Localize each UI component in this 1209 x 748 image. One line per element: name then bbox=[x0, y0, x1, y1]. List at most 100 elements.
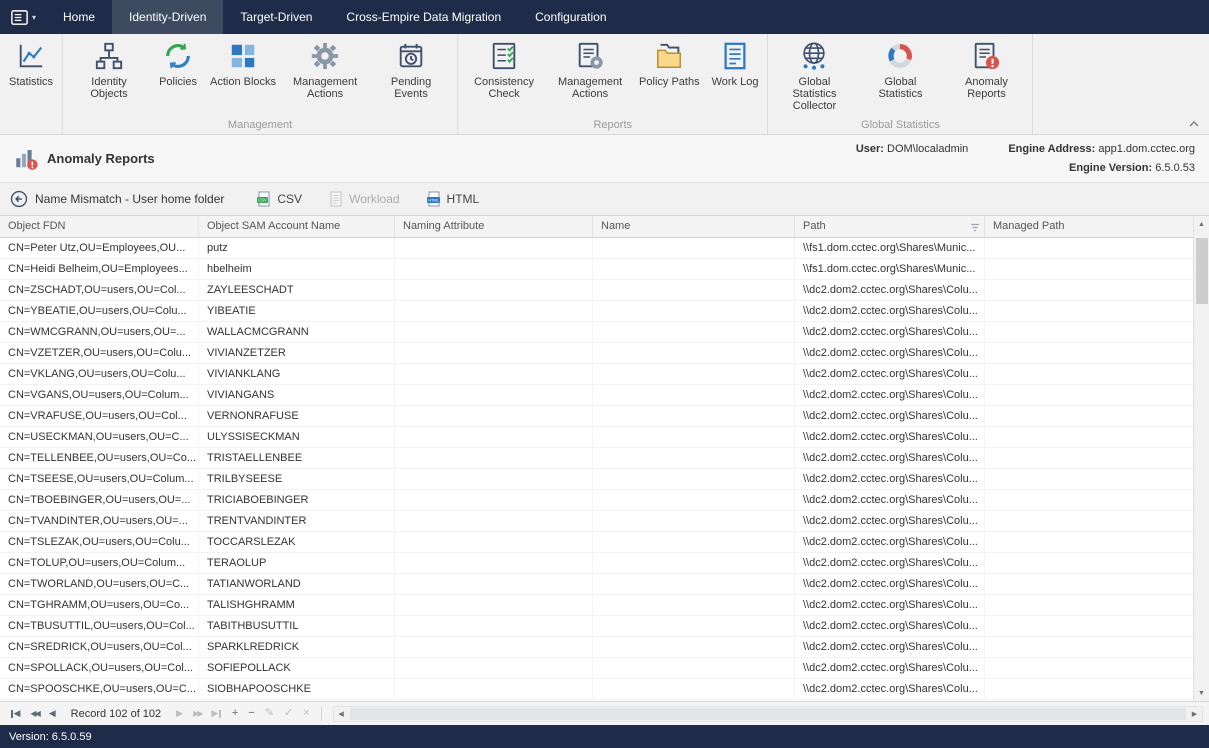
policy-paths-icon bbox=[654, 41, 684, 71]
ribbon-button-pending-events[interactable]: Pending Events bbox=[368, 34, 454, 118]
ribbon-button-anomaly-reports[interactable]: Anomaly Reports bbox=[943, 34, 1029, 118]
tab-configuration[interactable]: Configuration bbox=[518, 0, 623, 34]
table-row[interactable]: CN=SPOLLACK,OU=users,OU=Col...SOFIEPOLLA… bbox=[0, 658, 1193, 679]
table-row[interactable]: CN=ZSCHADT,OU=users,OU=Col...ZAYLEESCHAD… bbox=[0, 280, 1193, 301]
horizontal-scrollbar[interactable]: ◀ ▶ bbox=[333, 706, 1203, 722]
tab-target-driven[interactable]: Target-Driven bbox=[223, 0, 329, 34]
tab-home[interactable]: Home bbox=[46, 0, 112, 34]
ribbon-button-policies[interactable]: Policies bbox=[152, 34, 204, 118]
table-row[interactable]: CN=TWORLAND,OU=users,OU=C...TATIANWORLAN… bbox=[0, 574, 1193, 595]
tab-cross-empire-data-migration[interactable]: Cross-Empire Data Migration bbox=[329, 0, 518, 34]
table-row[interactable]: CN=TBOEBINGER,OU=users,OU=...TRICIABOEBI… bbox=[0, 490, 1193, 511]
nav-next-page-button[interactable]: ▶▶ bbox=[189, 710, 205, 718]
ribbon-button-label: Pending Events bbox=[374, 76, 448, 100]
table-cell: \\dc2.dom2.cctec.org\Shares\Colu... bbox=[795, 574, 985, 594]
table-row[interactable]: CN=TSEESE,OU=users,OU=Colum...TRILBYSEES… bbox=[0, 469, 1193, 490]
column-header-path[interactable]: Path bbox=[795, 216, 985, 237]
ribbon-button-label: Identity Objects bbox=[72, 76, 146, 100]
toolbar-button-workload[interactable]: Workload bbox=[322, 187, 405, 211]
table-cell: CN=SPOOSCHKE,OU=users,OU=C... bbox=[0, 679, 199, 699]
back-arrow-icon bbox=[10, 190, 28, 208]
app-menu-button[interactable]: ▾ bbox=[0, 0, 46, 34]
html-icon: HTML bbox=[426, 191, 442, 207]
column-header-label: Naming Attribute bbox=[403, 220, 484, 232]
vertical-scrollbar[interactable]: ▲ ▼ bbox=[1193, 216, 1209, 701]
table-cell bbox=[395, 280, 593, 300]
scrollbar-thumb[interactable] bbox=[1196, 238, 1208, 304]
nav-last-button[interactable]: ▶ bbox=[207, 709, 225, 718]
table-row[interactable]: CN=TBUSUTTIL,OU=users,OU=Col...TABITHBUS… bbox=[0, 616, 1193, 637]
hscroll-right-arrow[interactable]: ▶ bbox=[1187, 710, 1202, 718]
nav-first-button[interactable]: ◀ bbox=[6, 709, 24, 718]
table-cell: TRENTVANDINTER bbox=[199, 511, 395, 531]
table-row[interactable]: CN=TOLUP,OU=users,OU=Colum...TERAOLUP\\d… bbox=[0, 553, 1193, 574]
scroll-down-arrow[interactable]: ▼ bbox=[1194, 685, 1209, 701]
table-row[interactable]: CN=SPOOSCHKE,OU=users,OU=C...SIOBHAPOOSC… bbox=[0, 679, 1193, 700]
nav-next-button[interactable]: ▶ bbox=[172, 709, 187, 718]
table-row[interactable]: CN=SREDRICK,OU=users,OU=Col...SPARKLREDR… bbox=[0, 637, 1193, 658]
table-row[interactable]: CN=VKLANG,OU=users,OU=Colu...VIVIANKLANG… bbox=[0, 364, 1193, 385]
ribbon-button-identity-objects[interactable]: Identity Objects bbox=[66, 34, 152, 118]
collapse-ribbon-button[interactable] bbox=[1187, 118, 1201, 130]
ribbon-group-label: Reports bbox=[461, 118, 764, 134]
hscroll-left-arrow[interactable]: ◀ bbox=[334, 710, 349, 718]
table-cell: CN=VZETZER,OU=users,OU=Colu... bbox=[0, 343, 199, 363]
table-row[interactable]: CN=TGHRAMM,OU=users,OU=Co...TALISHGHRAMM… bbox=[0, 595, 1193, 616]
table-row[interactable]: CN=TSLEZAK,OU=users,OU=Colu...TOCCARSLEZ… bbox=[0, 532, 1193, 553]
table-cell bbox=[985, 364, 1193, 384]
back-button[interactable]: Name Mismatch - User home folder bbox=[10, 190, 224, 208]
global-statistics-collector-icon bbox=[799, 41, 829, 71]
table-cell bbox=[395, 553, 593, 573]
table-cell bbox=[985, 301, 1193, 321]
nav-append-button[interactable]: + bbox=[228, 708, 242, 719]
column-header-object-fdn[interactable]: Object FDN bbox=[0, 216, 199, 237]
table-row[interactable]: CN=TELLENBEE,OU=users,OU=Co...TRISTAELLE… bbox=[0, 448, 1193, 469]
table-row[interactable]: CN=TVANDINTER,OU=users,OU=...TRENTVANDIN… bbox=[0, 511, 1193, 532]
table-row[interactable]: CN=Heidi Belheim,OU=Employees...hbelheim… bbox=[0, 259, 1193, 280]
ribbon-button-consistency-check[interactable]: Consistency Check bbox=[461, 34, 547, 118]
table-cell bbox=[593, 259, 795, 279]
ribbon-group-global-statistics: Global Statistics CollectorGlobal Statis… bbox=[768, 34, 1033, 134]
table-row[interactable]: CN=VGANS,OU=users,OU=Colum...VIVIANGANS\… bbox=[0, 385, 1193, 406]
ribbon-button-global-statistics[interactable]: Global Statistics bbox=[857, 34, 943, 118]
engine-version-info: Engine Version: 6.5.0.53 bbox=[1069, 162, 1195, 174]
table-row[interactable]: CN=USECKMAN,OU=users,OU=C...ULYSSISECKMA… bbox=[0, 427, 1193, 448]
nav-edit-button[interactable]: ✎ bbox=[261, 708, 278, 719]
ribbon-button-management-actions[interactable]: Management Actions bbox=[282, 34, 368, 118]
tab-identity-driven[interactable]: Identity-Driven bbox=[112, 0, 223, 34]
nav-prev-page-button[interactable]: ◀◀ bbox=[26, 710, 42, 718]
table-cell bbox=[395, 385, 593, 405]
column-header-object-sam-account-name[interactable]: Object SAM Account Name bbox=[199, 216, 395, 237]
table-row[interactable]: CN=Peter Utz,OU=Employees,OU...putz\\fs1… bbox=[0, 238, 1193, 259]
table-row[interactable]: CN=VRAFUSE,OU=users,OU=Col...VERNONRAFUS… bbox=[0, 406, 1193, 427]
nav-post-button[interactable]: ✓ bbox=[280, 708, 297, 719]
ribbon-group-label bbox=[3, 118, 59, 134]
toolbar-button-csv[interactable]: CSVCSV bbox=[250, 187, 308, 211]
scroll-up-arrow[interactable]: ▲ bbox=[1194, 216, 1209, 232]
ribbon-button-work-log[interactable]: Work Log bbox=[706, 34, 765, 118]
ribbon-button-global-statistics-collector[interactable]: Global Statistics Collector bbox=[771, 34, 857, 118]
filter-icon[interactable] bbox=[970, 223, 980, 232]
ribbon-button-action-blocks[interactable]: Action Blocks bbox=[204, 34, 282, 118]
column-header-name[interactable]: Name bbox=[593, 216, 795, 237]
table-cell: TRILBYSEESE bbox=[199, 469, 395, 489]
hscroll-track[interactable] bbox=[349, 707, 1187, 721]
hscroll-thumb[interactable] bbox=[350, 708, 1186, 720]
ribbon-button-policy-paths[interactable]: Policy Paths bbox=[633, 34, 706, 118]
scrollbar-track[interactable] bbox=[1194, 232, 1209, 685]
column-header-naming-attribute[interactable]: Naming Attribute bbox=[395, 216, 593, 237]
toolbar-button-html[interactable]: HTMLHTML bbox=[420, 187, 486, 211]
table-cell bbox=[593, 280, 795, 300]
ribbon-group-management: Identity ObjectsPoliciesAction BlocksMan… bbox=[63, 34, 458, 134]
table-row[interactable]: CN=WMCGRANN,OU=users,OU=...WALLACMCGRANN… bbox=[0, 322, 1193, 343]
column-header-managed-path[interactable]: Managed Path bbox=[985, 216, 1193, 237]
table-row[interactable]: CN=VZETZER,OU=users,OU=Colu...VIVIANZETZ… bbox=[0, 343, 1193, 364]
ribbon-button-statistics[interactable]: Statistics bbox=[3, 34, 59, 118]
table-cell: \\dc2.dom2.cctec.org\Shares\Colu... bbox=[795, 490, 985, 510]
nav-delete-button[interactable]: − bbox=[244, 708, 258, 719]
table-cell: ULYSSISECKMAN bbox=[199, 427, 395, 447]
nav-prev-button[interactable]: ◀ bbox=[45, 709, 60, 718]
table-row[interactable]: CN=YBEATIE,OU=users,OU=Colu...YIBEATIE\\… bbox=[0, 301, 1193, 322]
nav-cancel-button[interactable]: × bbox=[299, 708, 313, 719]
ribbon-button-management-actions[interactable]: Management Actions bbox=[547, 34, 633, 118]
